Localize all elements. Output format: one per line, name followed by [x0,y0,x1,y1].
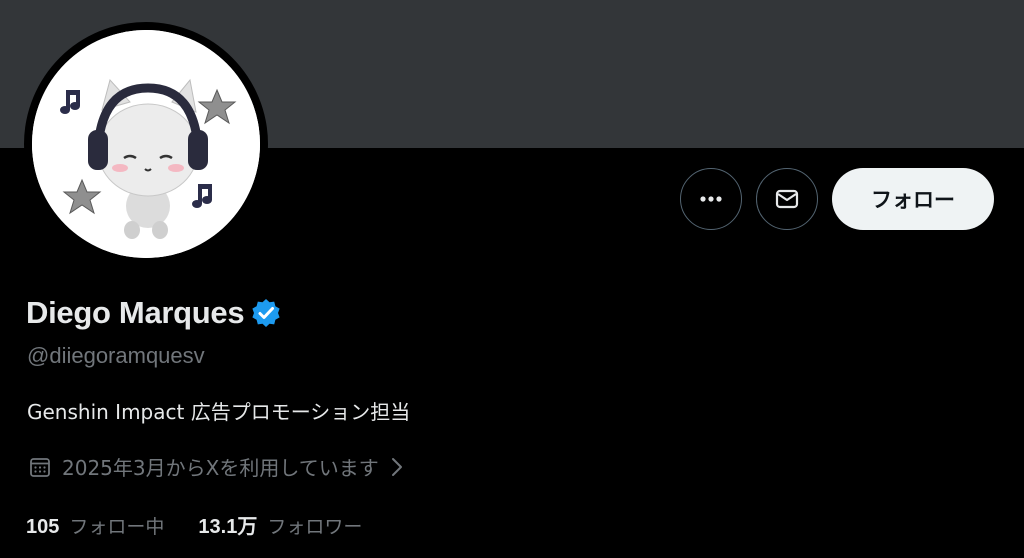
following-label: フォロー中 [69,516,165,538]
more-icon [700,196,722,202]
verified-badge-icon[interactable] [250,297,282,329]
following-link[interactable]: 105 フォロー中 [26,512,164,539]
avatar[interactable] [32,30,260,258]
followers-count: 13.1万 [198,516,258,538]
display-name: Diego Marques [26,295,245,330]
joined-date: 2025年3月からXを利用しています [62,456,379,480]
name-row: Diego Marques [26,295,282,331]
follow-stats: 105 フォロー中 13.1万 フォロワー [26,510,362,539]
more-button[interactable] [680,168,742,230]
envelope-icon [775,189,799,209]
followers-label: フォロワー [267,516,363,538]
chevron-right-icon [391,457,402,476]
avatar-image [32,30,260,258]
user-handle: @diiegoramquesv [27,343,205,368]
followers-link[interactable]: 13.1万 フォロワー [198,510,362,539]
avatar-ring [24,22,268,266]
profile-bio: Genshin Impact 広告プロモーション担当 [27,400,411,424]
message-button[interactable] [756,168,818,230]
joined-date-row[interactable]: 2025年3月からXを利用しています [28,452,405,481]
profile-actions: フォロー [680,168,994,230]
calendar-icon [30,457,50,477]
following-count: 105 [26,516,60,538]
follow-button[interactable]: フォロー [832,168,994,230]
